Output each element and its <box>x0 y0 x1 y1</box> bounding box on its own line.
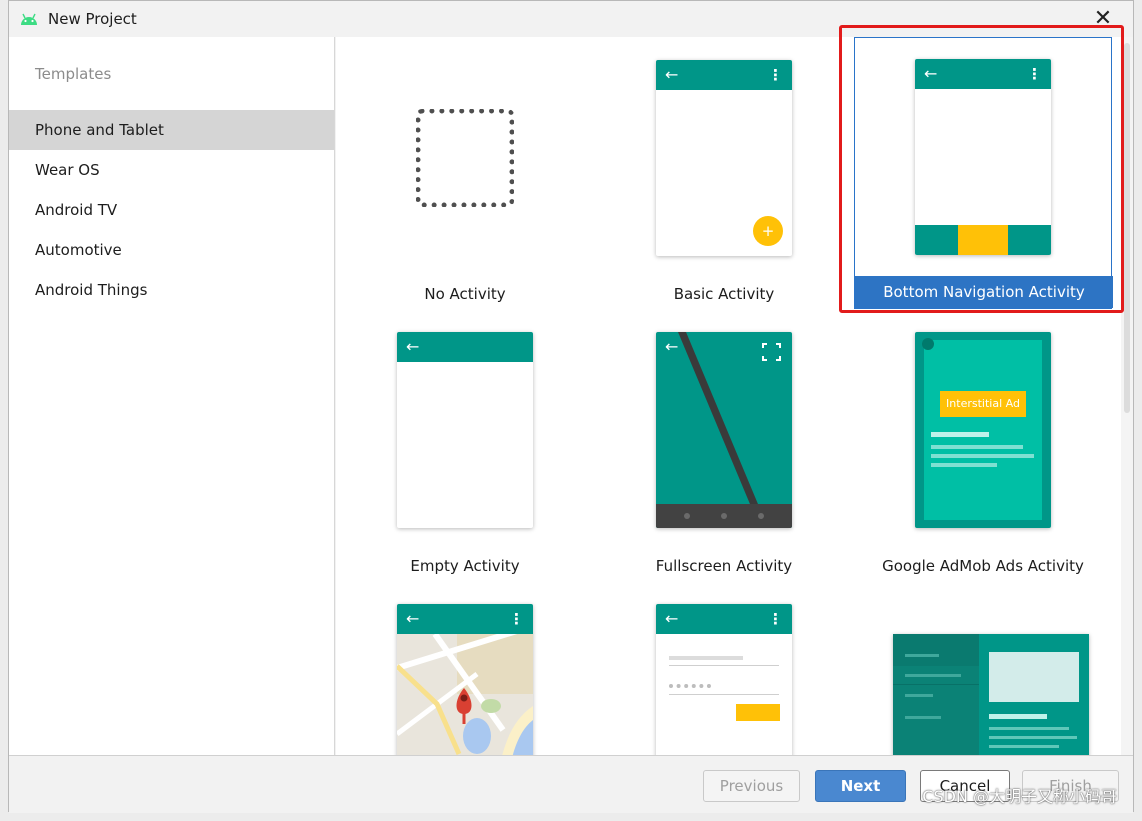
phone-preview: ← <box>656 332 792 528</box>
templates-sidebar: Templates Phone and Tablet Wear OS Andro… <box>9 37 335 755</box>
sidebar-item-android-tv[interactable]: Android TV <box>9 190 334 230</box>
overflow-menu-icon: ⋮ <box>509 610 524 628</box>
back-arrow-icon: ← <box>665 65 679 84</box>
template-card-empty-activity[interactable]: ← Empty Activity <box>336 309 594 581</box>
master-list-line <box>905 674 961 677</box>
template-gallery: No Activity ← ⋮ + Basic Activity ← ⋮ Bot… <box>336 37 1121 755</box>
master-list-line <box>905 654 939 657</box>
master-list-header <box>893 634 979 666</box>
dialog-footer: Previous Next Cancel Finish CSDN @大明子又称小… <box>9 755 1133 813</box>
template-card-bottom-navigation-activity[interactable]: ← ⋮ Bottom Navigation Activity <box>854 37 1113 309</box>
sidebar-item-automotive[interactable]: Automotive <box>9 230 334 270</box>
detail-text-line <box>989 736 1077 739</box>
tablet-preview <box>893 634 1089 755</box>
ad-dot-icon <box>922 338 934 350</box>
master-list-line <box>905 694 933 697</box>
login-field-underline <box>669 694 779 695</box>
bottom-navigation-bar <box>915 225 1051 255</box>
master-list-pane <box>893 634 979 755</box>
app-bar: ← ⋮ <box>656 60 792 90</box>
watermark-text: CSDN @大明子又称小码哥 <box>922 787 1117 806</box>
sidebar-header: Templates <box>35 65 112 83</box>
window-title: New Project <box>48 10 137 28</box>
login-field-line <box>669 656 743 660</box>
template-card-basic-activity[interactable]: ← ⋮ + Basic Activity <box>595 37 853 309</box>
app-bar: ← <box>397 332 533 362</box>
overflow-menu-icon: ⋮ <box>1027 65 1042 83</box>
app-bar: ← ⋮ <box>656 604 792 634</box>
scrollbar-thumb[interactable] <box>1124 43 1130 413</box>
sidebar-item-wear-os[interactable]: Wear OS <box>9 150 334 190</box>
sidebar-item-android-things[interactable]: Android Things <box>9 270 334 310</box>
back-arrow-icon: ← <box>406 337 420 356</box>
template-label: Empty Activity <box>410 557 520 575</box>
template-label: Basic Activity <box>673 285 775 303</box>
sidebar-item-phone-and-tablet[interactable]: Phone and Tablet <box>9 110 334 150</box>
next-button[interactable]: Next <box>815 770 906 802</box>
ad-text-line <box>931 463 997 467</box>
detail-text-line <box>989 714 1047 719</box>
ad-text-line <box>931 445 1023 449</box>
detail-text-line <box>989 745 1059 748</box>
phone-preview: Interstitial Ad <box>915 332 1051 528</box>
password-dots <box>669 684 711 688</box>
template-card-login-activity[interactable]: ← ⋮ <box>595 581 853 755</box>
ad-text-line <box>931 432 989 437</box>
overflow-menu-icon: ⋮ <box>768 610 783 628</box>
phone-preview: ← ⋮ <box>397 604 533 755</box>
login-field-underline <box>669 665 779 666</box>
bottom-nav-selected-tab <box>958 225 1008 255</box>
phone-preview: ← ⋮ + <box>656 60 792 256</box>
new-project-dialog: New Project ✕ Templates Phone and Tablet… <box>8 0 1134 813</box>
back-arrow-icon: ← <box>406 609 420 628</box>
map-preview-graphic <box>397 634 533 755</box>
phone-preview: ← <box>397 332 533 528</box>
master-list-line <box>905 716 941 719</box>
detail-image <box>989 652 1079 702</box>
template-card-fullscreen-activity[interactable]: ← Fullscreen Activity <box>595 309 853 581</box>
master-list-divider <box>893 684 979 685</box>
ad-text-line <box>931 454 1034 458</box>
template-label: Fullscreen Activity <box>655 557 793 575</box>
app-bar: ← ⋮ <box>915 59 1051 89</box>
title-bar: New Project ✕ <box>9 1 1133 37</box>
interstitial-ad-badge: Interstitial Ad <box>940 391 1026 417</box>
interstitial-ad-panel: Interstitial Ad <box>922 338 1042 520</box>
fab-plus-icon: + <box>753 216 783 246</box>
back-arrow-icon: ← <box>665 337 679 356</box>
empty-placeholder-icon <box>416 109 514 207</box>
detail-text-line <box>989 727 1069 730</box>
phone-preview: ← ⋮ <box>656 604 792 755</box>
android-icon <box>21 13 37 25</box>
overflow-menu-icon: ⋮ <box>768 66 783 84</box>
template-card-google-admob-ads-activity[interactable]: Interstitial Ad Google AdMob Ads Activit… <box>854 309 1112 581</box>
app-bar: ← ⋮ <box>397 604 533 634</box>
login-button-preview <box>736 704 780 721</box>
back-arrow-icon: ← <box>924 64 938 83</box>
back-arrow-icon: ← <box>665 609 679 628</box>
previous-button[interactable]: Previous <box>703 770 800 802</box>
template-card-master-detail-activity[interactable] <box>854 581 1112 755</box>
template-label: Bottom Navigation Activity <box>855 276 1113 308</box>
template-label: No Activity <box>424 285 506 303</box>
phone-preview: ← ⋮ <box>915 59 1051 255</box>
template-label: Google AdMob Ads Activity <box>882 557 1084 575</box>
close-icon[interactable]: ✕ <box>1091 7 1115 31</box>
fullscreen-preview-graphic <box>656 332 792 528</box>
template-card-google-maps-activity[interactable]: ← ⋮ <box>336 581 594 755</box>
gallery-scrollbar[interactable] <box>1121 37 1133 755</box>
template-card-no-activity[interactable]: No Activity <box>336 37 594 309</box>
